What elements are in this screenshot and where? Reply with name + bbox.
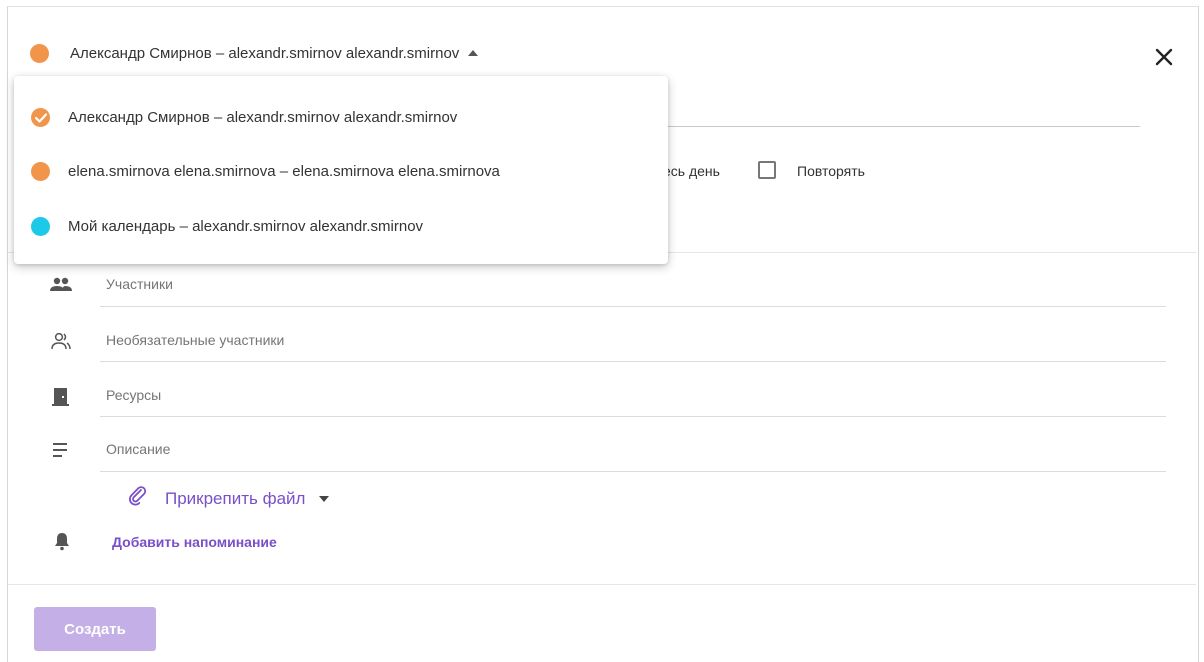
repeat-checkbox[interactable] xyxy=(758,161,776,179)
calendar-option[interactable]: Александр Смирнов – alexandr.smirnov ale… xyxy=(14,93,668,141)
add-reminder-link[interactable]: Добавить напоминание xyxy=(112,534,277,550)
attach-file-button[interactable]: Прикрепить файл xyxy=(127,485,330,512)
calendar-option[interactable]: elena.smirnova elena.smirnova – elena.sm… xyxy=(14,147,668,195)
calendar-dropdown: Александр Смирнов – alexandr.smirnov ale… xyxy=(14,76,668,264)
calendar-option[interactable]: Мой календарь – alexandr.smirnov alexand… xyxy=(14,202,668,250)
calendar-option-label: Мой календарь – alexandr.smirnov alexand… xyxy=(68,217,424,235)
resources-underline xyxy=(100,416,1166,417)
calendar-selector-label: Александр Смирнов – alexandr.smirnov ale… xyxy=(70,44,460,62)
calendar-option-label: Александр Смирнов – alexandr.smirnov ale… xyxy=(68,108,458,126)
calendar-option-label: elena.smirnova elena.smirnova – elena.sm… xyxy=(68,162,500,180)
door-icon xyxy=(50,387,72,407)
paperclip-icon xyxy=(127,485,149,512)
check-icon xyxy=(31,107,50,127)
create-button[interactable]: Создать xyxy=(34,607,156,651)
people-outline-icon xyxy=(50,332,72,352)
participants-underline xyxy=(100,306,1166,307)
people-icon xyxy=(50,276,72,296)
participants-input[interactable] xyxy=(106,276,706,292)
calendar-color-dot xyxy=(31,161,50,181)
calendar-selector[interactable]: Александр Смирнов – alexandr.smirnov ale… xyxy=(30,42,479,64)
description-input[interactable] xyxy=(106,441,706,457)
bell-icon xyxy=(52,531,72,551)
calendar-color-dot xyxy=(30,43,49,63)
chevron-down-icon[interactable] xyxy=(319,495,330,502)
optional-participants-input[interactable] xyxy=(106,332,706,348)
description-underline xyxy=(100,471,1166,472)
text-lines-icon xyxy=(50,440,72,460)
caret-up-icon xyxy=(468,50,479,56)
all-day-label: есь день xyxy=(663,163,720,179)
close-icon[interactable] xyxy=(1152,45,1176,69)
repeat-label: Повторять xyxy=(797,163,865,179)
title-field-underline xyxy=(660,126,1140,127)
calendar-color-dot xyxy=(31,216,50,236)
attach-file-label: Прикрепить файл xyxy=(165,488,306,508)
optional-participants-underline xyxy=(100,361,1166,362)
footer-divider xyxy=(8,584,1196,585)
resources-input[interactable] xyxy=(106,387,706,403)
